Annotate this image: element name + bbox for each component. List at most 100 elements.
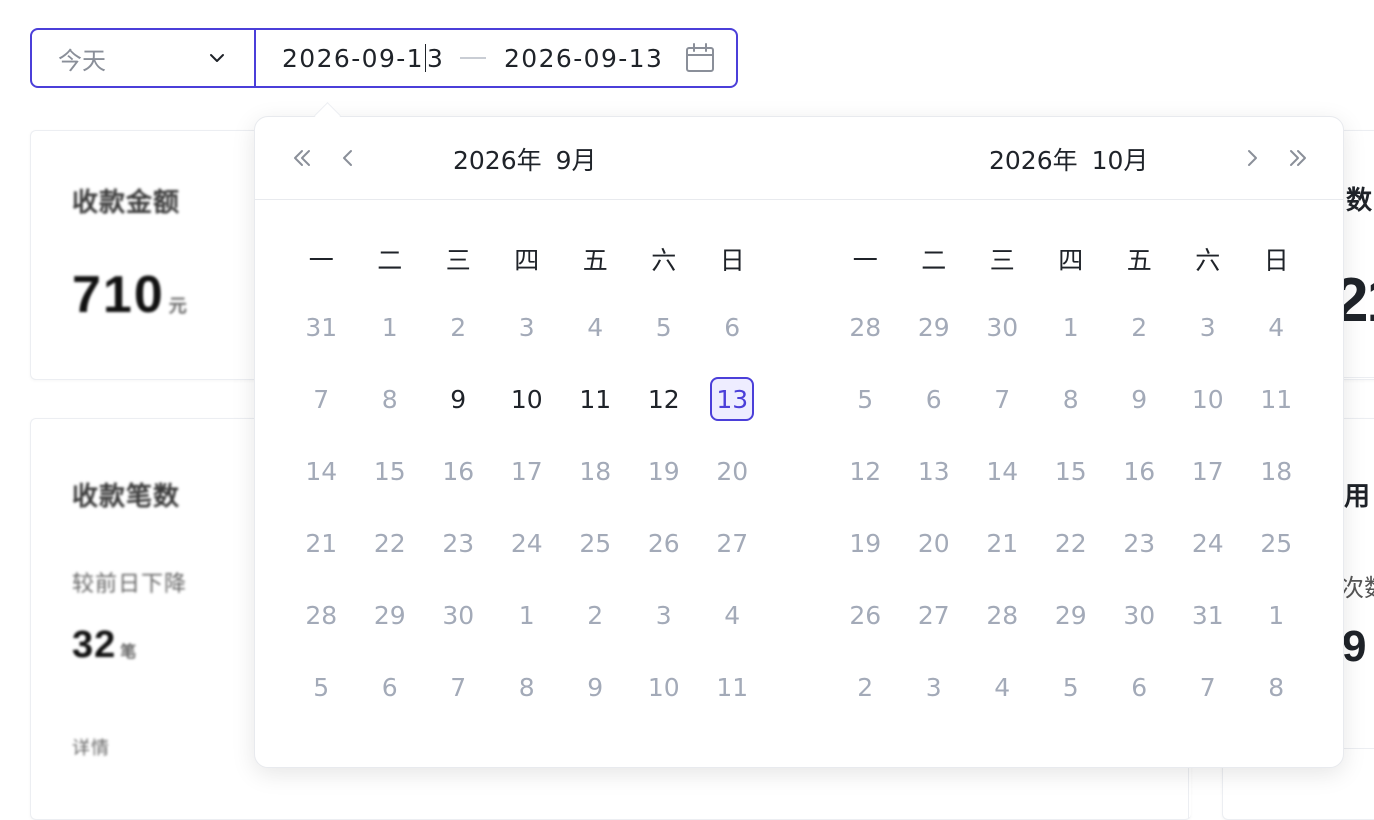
calendar-day[interactable]: 17 [493, 435, 562, 507]
calendar-day[interactable]: 11 [1242, 363, 1311, 435]
calendar-day[interactable]: 2 [831, 651, 900, 723]
calendar-day-number: 27 [917, 600, 950, 630]
calendar-day[interactable]: 2 [1105, 291, 1174, 363]
calendar-day[interactable]: 10 [630, 651, 699, 723]
calendar-day[interactable]: 18 [1242, 435, 1311, 507]
left-month-label[interactable]: 9月 [556, 146, 597, 175]
calendar-day[interactable]: 31 [1174, 579, 1243, 651]
calendar-day[interactable]: 24 [493, 507, 562, 579]
calendar-day[interactable]: 12 [831, 435, 900, 507]
calendar-day[interactable]: 10 [493, 363, 562, 435]
calendar-day[interactable]: 9 [1105, 363, 1174, 435]
calendar-day[interactable]: 5 [1037, 651, 1106, 723]
chevron-left-icon[interactable] [333, 143, 363, 173]
calendar-day[interactable]: 16 [424, 435, 493, 507]
calendar-day[interactable]: 4 [561, 291, 630, 363]
calendar-day[interactable]: 11 [698, 651, 767, 723]
calendar-day[interactable]: 20 [698, 435, 767, 507]
calendar-day[interactable]: 28 [287, 579, 356, 651]
calendar-day[interactable]: 8 [356, 363, 425, 435]
calendar-day[interactable]: 2 [424, 291, 493, 363]
calendar-day[interactable]: 20 [900, 507, 969, 579]
calendar-day[interactable]: 3 [1174, 291, 1243, 363]
calendar-day[interactable]: 5 [287, 651, 356, 723]
calendar-day[interactable]: 7 [968, 363, 1037, 435]
calendar-day[interactable]: 4 [698, 579, 767, 651]
calendar-day[interactable]: 7 [1174, 651, 1243, 723]
chevron-right-icon[interactable] [1237, 143, 1267, 173]
calendar-day[interactable]: 30 [968, 291, 1037, 363]
calendar-day[interactable]: 5 [630, 291, 699, 363]
calendar-day[interactable]: 6 [356, 651, 425, 723]
calendar-day[interactable]: 6 [698, 291, 767, 363]
calendar-day[interactable]: 28 [831, 291, 900, 363]
left-year-label[interactable]: 2026年 [453, 146, 542, 175]
calendar-day[interactable]: 19 [630, 435, 699, 507]
range-end-input[interactable]: 2026-09-13 [504, 44, 678, 73]
calendar-icon[interactable] [684, 42, 716, 74]
calendar-day[interactable]: 27 [900, 579, 969, 651]
calendar-day-selected[interactable]: 13 [698, 363, 767, 435]
calendar-day[interactable]: 30 [1105, 579, 1174, 651]
calendar-day[interactable]: 23 [424, 507, 493, 579]
calendar-day[interactable]: 15 [1037, 435, 1106, 507]
calendar-day[interactable]: 13 [900, 435, 969, 507]
calendar-day[interactable]: 15 [356, 435, 425, 507]
calendar-day[interactable]: 7 [424, 651, 493, 723]
calendar-day[interactable]: 17 [1174, 435, 1243, 507]
calendar-day[interactable]: 1 [493, 579, 562, 651]
calendar-day[interactable]: 5 [831, 363, 900, 435]
calendar-day[interactable]: 16 [1105, 435, 1174, 507]
calendar-day[interactable]: 28 [968, 579, 1037, 651]
calendar-day[interactable]: 19 [831, 507, 900, 579]
calendar-day[interactable]: 26 [630, 507, 699, 579]
calendar-day[interactable]: 3 [900, 651, 969, 723]
calendar-day[interactable]: 11 [561, 363, 630, 435]
calendar-day[interactable]: 27 [698, 507, 767, 579]
calendar-day[interactable]: 21 [287, 507, 356, 579]
calendar-day[interactable]: 1 [356, 291, 425, 363]
right-month-label[interactable]: 10月 [1092, 146, 1149, 175]
calendar-day-number: 1 [518, 600, 535, 630]
calendar-day[interactable]: 2 [561, 579, 630, 651]
quick-range-select[interactable]: 今天 [30, 28, 256, 88]
calendar-day[interactable]: 25 [1242, 507, 1311, 579]
calendar-day[interactable]: 8 [493, 651, 562, 723]
calendar-day[interactable]: 14 [287, 435, 356, 507]
calendar-day[interactable]: 10 [1174, 363, 1243, 435]
calendar-day[interactable]: 31 [287, 291, 356, 363]
right-year-label[interactable]: 2026年 [989, 146, 1078, 175]
calendar-day[interactable]: 26 [831, 579, 900, 651]
calendar-day[interactable]: 25 [561, 507, 630, 579]
calendar-day[interactable]: 9 [424, 363, 493, 435]
calendar-day[interactable]: 21 [968, 507, 1037, 579]
calendar-day[interactable]: 8 [1037, 363, 1106, 435]
calendar-day[interactable]: 30 [424, 579, 493, 651]
range-start-input[interactable]: 2026-09-1 3 [282, 43, 458, 73]
calendar-day[interactable]: 4 [1242, 291, 1311, 363]
calendar-day[interactable]: 24 [1174, 507, 1243, 579]
calendar-day[interactable]: 29 [900, 291, 969, 363]
calendar-day[interactable]: 18 [561, 435, 630, 507]
calendar-day[interactable]: 7 [287, 363, 356, 435]
calendar-day[interactable]: 1 [1037, 291, 1106, 363]
date-range-input[interactable]: 2026-09-1 3 2026-09-13 [256, 28, 738, 88]
calendar-day[interactable]: 6 [900, 363, 969, 435]
double-chevron-right-icon[interactable] [1283, 143, 1313, 173]
calendar-day[interactable]: 12 [630, 363, 699, 435]
calendar-day[interactable]: 23 [1105, 507, 1174, 579]
calendar-day[interactable]: 9 [561, 651, 630, 723]
calendar-day[interactable]: 22 [356, 507, 425, 579]
calendar-day[interactable]: 14 [968, 435, 1037, 507]
calendar-day[interactable]: 4 [968, 651, 1037, 723]
calendar-day[interactable]: 3 [493, 291, 562, 363]
double-chevron-left-icon[interactable] [287, 143, 317, 173]
calendar-day[interactable]: 22 [1037, 507, 1106, 579]
calendar-day[interactable]: 3 [630, 579, 699, 651]
calendar-day[interactable]: 29 [356, 579, 425, 651]
calendar-day-number: 21 [986, 528, 1019, 558]
calendar-day[interactable]: 29 [1037, 579, 1106, 651]
calendar-day[interactable]: 8 [1242, 651, 1311, 723]
calendar-day[interactable]: 6 [1105, 651, 1174, 723]
calendar-day[interactable]: 1 [1242, 579, 1311, 651]
